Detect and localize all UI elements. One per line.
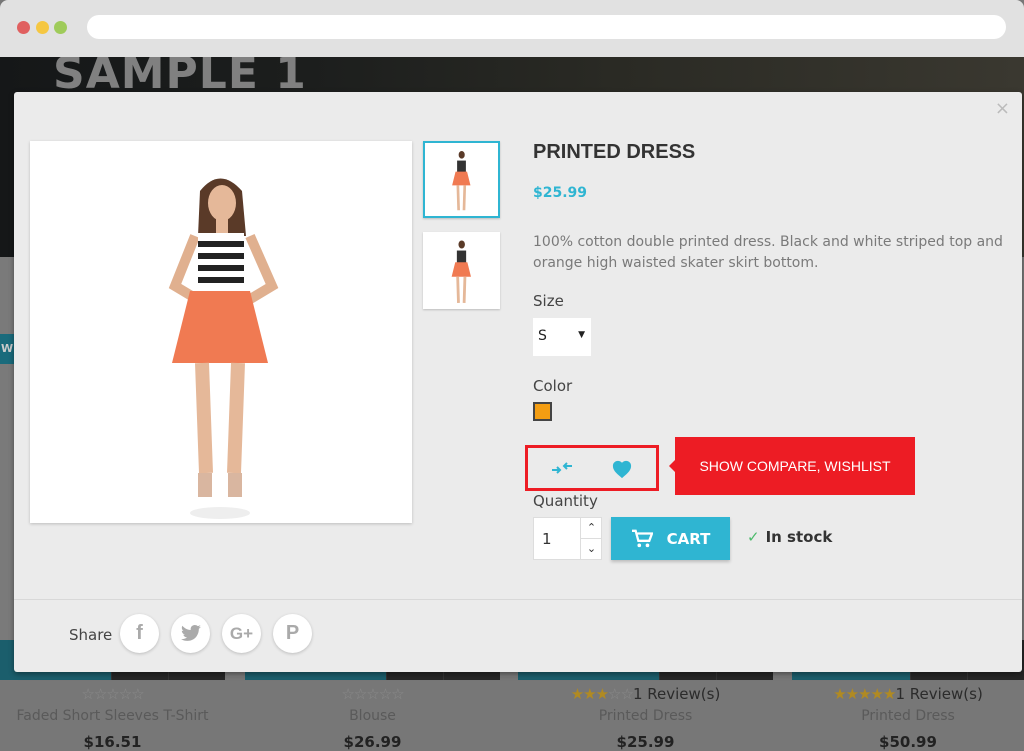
dress-model-image: [168, 178, 279, 519]
twitter-icon[interactable]: [171, 614, 210, 653]
quantity-label: Quantity: [533, 492, 598, 510]
cart-icon: [631, 529, 653, 547]
star-icon: ☆: [391, 685, 404, 703]
product-name[interactable]: Faded Short Sleeves T-Shirt: [0, 708, 225, 724]
product-main-image: [30, 141, 412, 523]
compare-wishlist-highlight: [525, 445, 659, 491]
google-plus-icon[interactable]: G+: [222, 614, 261, 653]
star-icon: ★: [583, 685, 596, 703]
rating: ☆☆☆☆☆: [245, 685, 500, 703]
background-tab: W: [0, 334, 14, 364]
star-icon: ☆: [93, 685, 107, 703]
thumbnail-1[interactable]: [423, 141, 500, 218]
star-icon: ☆: [341, 685, 354, 703]
quick-view-modal: × PRINTED DRESS $25.99 100% cotton doubl…: [14, 92, 1022, 672]
close-window-dot[interactable]: [17, 21, 30, 34]
star-icon: ★: [833, 685, 846, 703]
browser-chrome: [0, 0, 1024, 57]
product-price: $16.51: [83, 733, 142, 751]
maximize-window-dot[interactable]: [54, 21, 67, 34]
product-price: $25.99: [616, 733, 675, 751]
star-icon: ☆: [353, 685, 367, 703]
stock-status: ✓ In stock: [747, 528, 832, 546]
callout-annotation: SHOW COMPARE, WISHLIST: [669, 437, 915, 495]
facebook-icon[interactable]: f: [120, 614, 159, 653]
product-name[interactable]: Printed Dress: [792, 708, 1024, 724]
stock-text: In stock: [765, 528, 833, 546]
review-count: 1 Review(s): [895, 685, 983, 703]
add-to-cart-button[interactable]: CART: [611, 517, 730, 560]
minimize-window-dot[interactable]: [36, 21, 49, 34]
chevron-down-icon[interactable]: ⌄: [580, 539, 602, 560]
star-icon: ★: [570, 685, 584, 703]
star-icon: ★: [870, 685, 884, 703]
star-icon: ☆: [378, 685, 392, 703]
product-title: PRINTED DRESS: [533, 141, 696, 163]
compare-icon[interactable]: [551, 461, 573, 475]
star-icon: ☆: [131, 685, 144, 703]
divider: [14, 599, 1022, 600]
product-price: $26.99: [343, 733, 402, 751]
address-bar[interactable]: [87, 15, 1006, 39]
star-icon: ☆: [81, 685, 94, 703]
product-description: 100% cotton double printed dress. Black …: [533, 234, 1003, 271]
star-icon: ★: [858, 685, 871, 703]
hero-title: SAMPLE 1: [53, 48, 307, 99]
share-label: Share: [69, 626, 113, 644]
star-icon: ☆: [106, 685, 119, 703]
cart-label: CART: [666, 529, 711, 548]
product-price: $25.99: [533, 185, 588, 201]
close-icon[interactable]: ×: [995, 98, 1010, 119]
quantity-input[interactable]: 1: [542, 530, 552, 548]
rating: ★★★★★1 Review(s): [792, 685, 1024, 703]
pinterest-icon[interactable]: P: [273, 614, 312, 653]
color-label: Color: [533, 377, 573, 395]
star-icon: ☆: [118, 685, 132, 703]
rating: ★★★☆☆1 Review(s): [518, 685, 773, 703]
star-icon: ☆: [366, 685, 379, 703]
star-icon: ★: [883, 685, 896, 703]
star-icon: ☆: [620, 685, 634, 703]
star-icon: ☆: [608, 685, 621, 703]
dropdown-arrow-icon: ▼: [578, 330, 585, 340]
size-select[interactable]: S ▼: [533, 318, 591, 356]
chevron-up-icon[interactable]: ⌃: [580, 518, 602, 539]
star-icon: ★: [845, 685, 859, 703]
quantity-stepper[interactable]: 1 ⌃ ⌄: [533, 517, 602, 560]
star-icon: ★: [595, 685, 609, 703]
product-name[interactable]: Blouse: [245, 708, 500, 724]
heart-icon[interactable]: [611, 459, 633, 479]
color-swatch-orange[interactable]: [533, 402, 552, 421]
rating: ☆☆☆☆☆: [0, 685, 225, 703]
product-name[interactable]: Printed Dress: [518, 708, 773, 724]
size-label: Size: [533, 292, 564, 310]
product-price: $50.99: [879, 733, 937, 751]
size-value: S: [538, 328, 547, 344]
thumbnail-2[interactable]: [423, 232, 500, 309]
check-icon: ✓: [747, 528, 760, 546]
review-count: 1 Review(s): [632, 685, 721, 703]
